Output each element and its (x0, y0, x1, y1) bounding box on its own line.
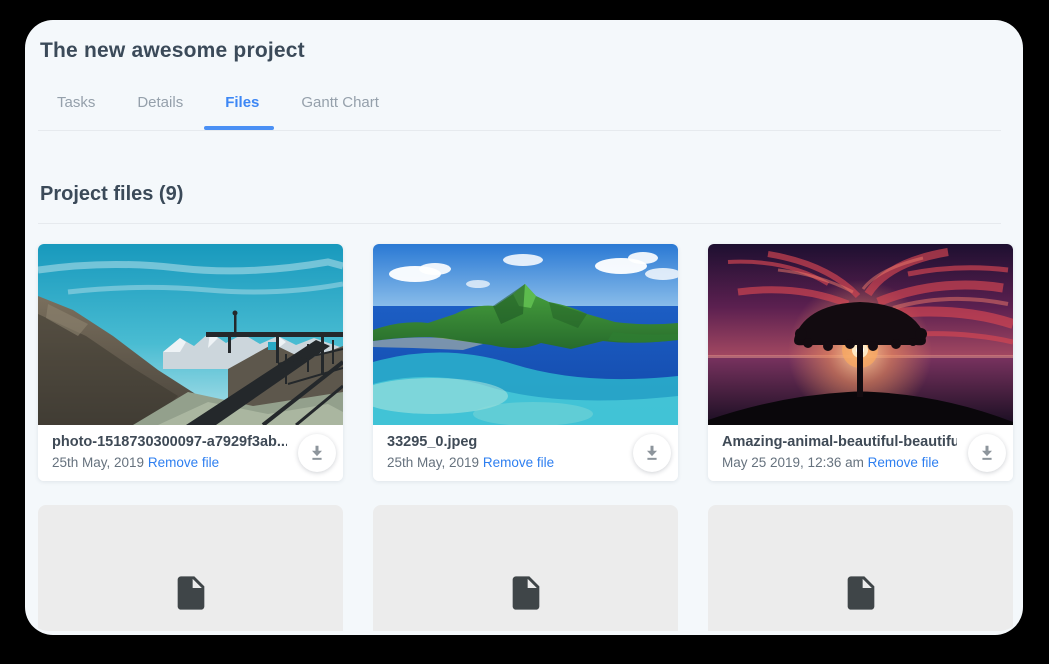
active-tab-indicator (204, 126, 274, 130)
download-button[interactable] (968, 434, 1006, 472)
tab-files[interactable]: Files (225, 94, 259, 111)
remove-file-link[interactable]: Remove file (868, 455, 939, 470)
section-heading: Project files (9) (40, 183, 183, 206)
file-card-placeholder (373, 505, 678, 631)
tab-tasks[interactable]: Tasks (57, 94, 95, 111)
file-date: May 25 2019, 12:36 am (722, 455, 864, 470)
tab-details[interactable]: Details (137, 94, 183, 111)
file-card: photo-1518730300097-a7929f3ab... 25th Ma… (38, 244, 343, 481)
file-cards-row: photo-1518730300097-a7929f3ab... 25th Ma… (38, 244, 1013, 481)
file-card-placeholder (708, 505, 1013, 631)
download-icon (977, 442, 997, 465)
file-meta: 25th May, 2019 Remove file (387, 455, 637, 470)
file-card: Amazing-animal-beautiful-beautiful... Ma… (708, 244, 1013, 481)
content-area: The new awesome project Tasks Details Fi… (25, 20, 1023, 631)
file-name: 33295_0.jpeg (387, 434, 622, 450)
download-icon (642, 442, 662, 465)
download-icon (307, 442, 327, 465)
project-window: The new awesome project Tasks Details Fi… (25, 20, 1023, 635)
sunset-photo-thumbnail (708, 244, 1013, 425)
page-title: The new awesome project (40, 39, 305, 63)
download-button[interactable] (633, 434, 671, 472)
file-icon (841, 569, 881, 622)
tab-gantt-chart[interactable]: Gantt Chart (301, 94, 379, 111)
file-info: 33295_0.jpeg 25th May, 2019 Remove file (373, 425, 678, 481)
file-name: photo-1518730300097-a7929f3ab... (52, 434, 287, 450)
download-button[interactable] (298, 434, 336, 472)
file-name: Amazing-animal-beautiful-beautiful... (722, 434, 957, 450)
file-meta: 25th May, 2019 Remove file (52, 455, 302, 470)
section-divider (38, 223, 1001, 224)
tab-bar: Tasks Details Files Gantt Chart (57, 94, 379, 111)
remove-file-link[interactable]: Remove file (483, 455, 554, 470)
remove-file-link[interactable]: Remove file (148, 455, 219, 470)
file-meta: May 25 2019, 12:36 am Remove file (722, 455, 972, 470)
file-card: 33295_0.jpeg 25th May, 2019 Remove file (373, 244, 678, 481)
file-icon (506, 569, 546, 622)
file-date: 25th May, 2019 (387, 455, 479, 470)
file-cards-row (38, 505, 1013, 631)
tabs-divider (38, 130, 1001, 131)
file-icon (171, 569, 211, 622)
mountain-photo-thumbnail (38, 244, 343, 425)
file-info: photo-1518730300097-a7929f3ab... 25th Ma… (38, 425, 343, 481)
file-date: 25th May, 2019 (52, 455, 144, 470)
island-photo-thumbnail (373, 244, 678, 425)
file-info: Amazing-animal-beautiful-beautiful... Ma… (708, 425, 1013, 481)
file-card-placeholder (38, 505, 343, 631)
